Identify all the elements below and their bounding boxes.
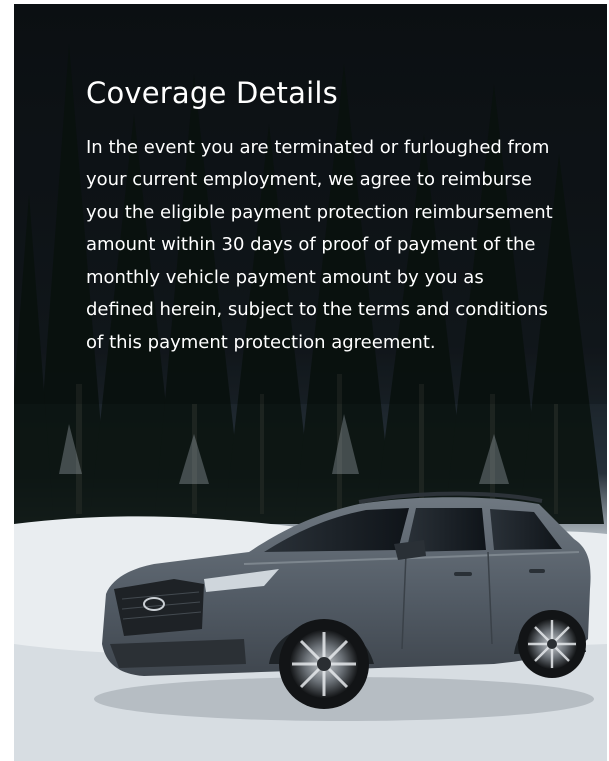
section-title: Coverage Details bbox=[86, 76, 338, 110]
coverage-details-section: Coverage Details In the event you are te… bbox=[86, 76, 556, 359]
hero-card: Coverage Details In the event you are te… bbox=[14, 4, 607, 761]
coverage-description: In the event you are terminated or furlo… bbox=[86, 136, 553, 353]
